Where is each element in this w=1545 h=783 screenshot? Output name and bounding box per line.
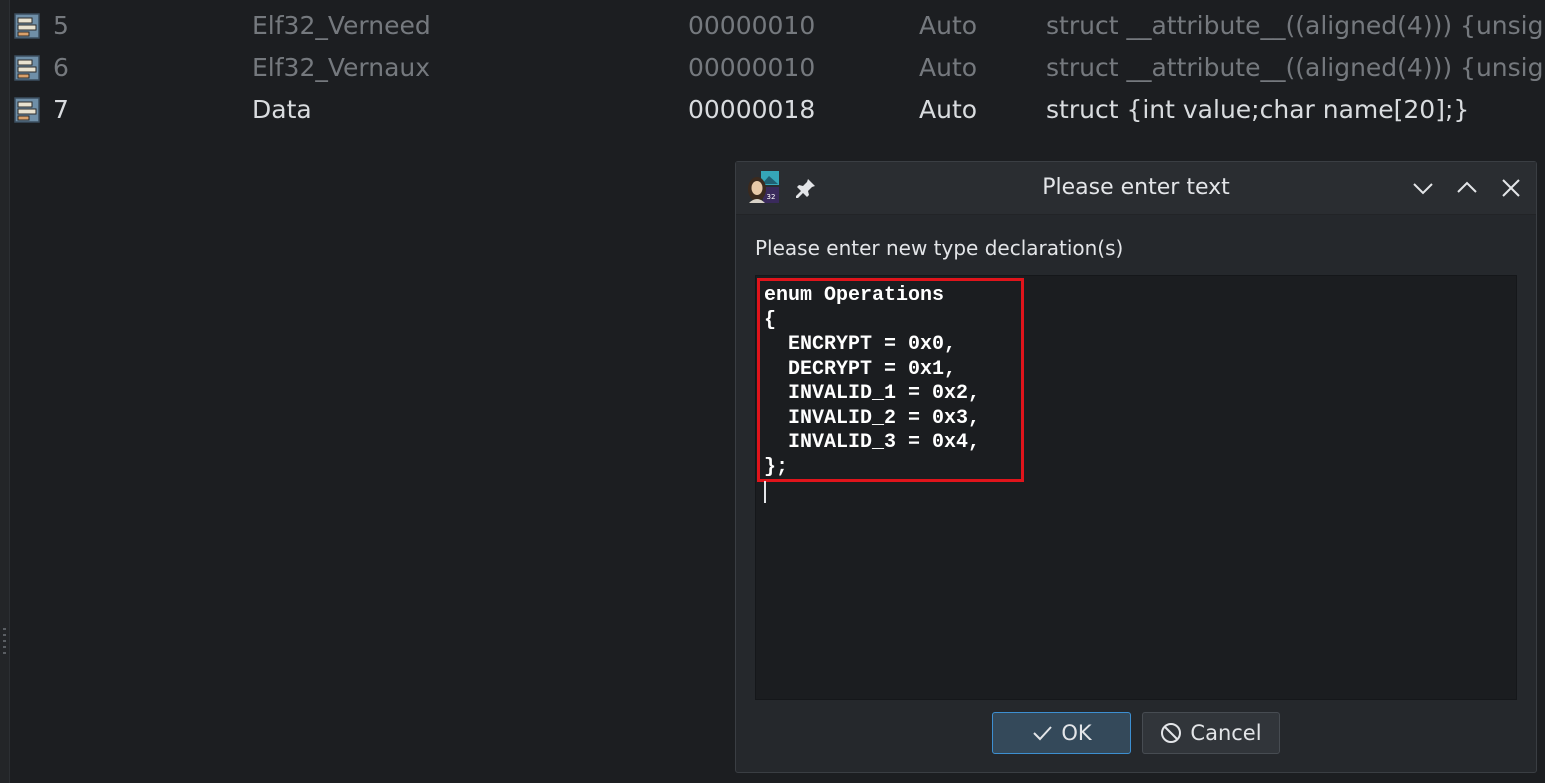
- cancel-button[interactable]: Cancel: [1142, 712, 1280, 754]
- row-sync: Auto: [919, 53, 978, 82]
- table-row[interactable]: 5 Elf32_Verneed 00000010 Auto struct __a…: [0, 5, 1545, 47]
- row-sync: Auto: [919, 95, 978, 124]
- chevron-up-icon[interactable]: [1454, 175, 1480, 201]
- table-row[interactable]: 7 Data 00000018 Auto struct {int value;c…: [0, 89, 1545, 131]
- splitter-grip: [3, 646, 6, 648]
- struct-type-icon: [14, 97, 40, 123]
- splitter-grip: [3, 628, 6, 630]
- row-size: 00000010: [688, 53, 816, 82]
- cancel-button-label: Cancel: [1190, 721, 1262, 745]
- row-ordinal: 7: [53, 95, 69, 124]
- ok-button[interactable]: OK: [992, 712, 1131, 754]
- row-sync: Auto: [919, 11, 978, 40]
- table-row[interactable]: 6 Elf32_Vernaux 00000010 Auto struct __a…: [0, 47, 1545, 89]
- cancel-circle-icon: [1161, 723, 1182, 743]
- close-icon[interactable]: [1498, 175, 1524, 201]
- splitter-grip: [3, 640, 6, 642]
- row-size: 00000018: [688, 95, 816, 124]
- struct-type-icon: [14, 13, 40, 39]
- row-size: 00000010: [688, 11, 816, 40]
- splitter-grip: [3, 634, 6, 636]
- svg-text:32: 32: [767, 193, 776, 201]
- checkmark-icon: [1033, 726, 1053, 741]
- enter-text-dialog: 32 Please enter text Please enter new ty…: [735, 161, 1537, 773]
- ok-button-label: OK: [1061, 721, 1092, 745]
- row-declaration: struct __attribute__((aligned(4))) {unsi…: [1046, 53, 1545, 82]
- row-declaration: struct {int value;char name[20];}: [1046, 95, 1470, 124]
- row-name: Data: [252, 95, 312, 124]
- ida-app-icon: 32: [748, 171, 779, 203]
- struct-type-icon: [14, 55, 40, 81]
- row-ordinal: 6: [53, 53, 69, 82]
- splitter-grip: [3, 652, 6, 654]
- type-declaration-editor[interactable]: enum Operations { ENCRYPT = 0x0, DECRYPT…: [755, 275, 1517, 700]
- dialog-title: Please enter text: [1042, 175, 1230, 200]
- annotation-highlight-box: [757, 278, 1024, 482]
- dialog-prompt: Please enter new type declaration(s): [755, 236, 1124, 260]
- row-declaration: struct __attribute__((aligned(4))) {unsi…: [1046, 11, 1545, 40]
- chevron-down-icon[interactable]: [1410, 175, 1436, 201]
- row-name: Elf32_Verneed: [252, 11, 431, 40]
- row-ordinal: 5: [53, 11, 69, 40]
- row-name: Elf32_Vernaux: [252, 53, 431, 82]
- dialog-titlebar[interactable]: 32 Please enter text: [736, 162, 1536, 215]
- text-caret: [764, 481, 766, 503]
- pin-icon[interactable]: [794, 176, 818, 200]
